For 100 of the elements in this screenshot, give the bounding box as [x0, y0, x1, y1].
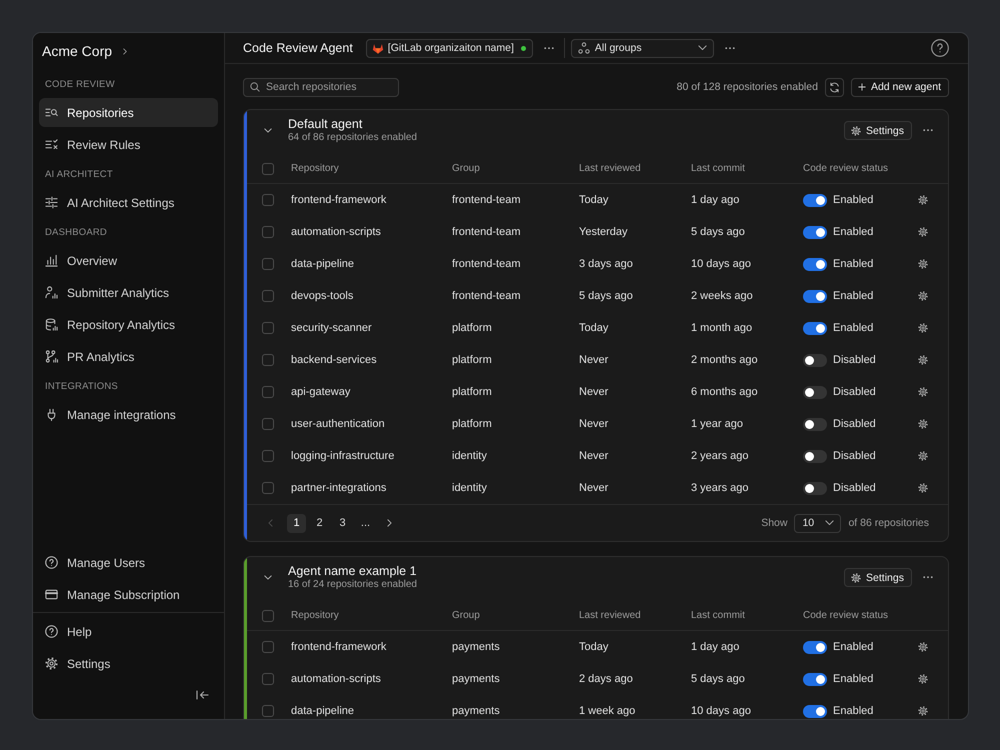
database-chart-icon: [45, 318, 58, 331]
row-checkbox[interactable]: [262, 322, 274, 334]
table-cell: frontend-framework: [291, 641, 386, 653]
sidebar-item[interactable]: PR Analytics: [39, 342, 218, 371]
status-label: Enabled: [833, 641, 874, 653]
user-chart-icon: [45, 286, 58, 299]
settings-icon[interactable]: [918, 642, 928, 652]
select-all-checkbox[interactable]: [262, 610, 274, 622]
column-header: Last reviewed: [579, 163, 641, 174]
organization-switcher[interactable]: Acme Corp: [42, 43, 128, 59]
toggle-switch[interactable]: [803, 194, 827, 206]
toggle-switch[interactable]: [803, 704, 827, 718]
chevron-icon[interactable]: [264, 128, 272, 133]
settings-icon[interactable]: [918, 195, 928, 205]
toggle-switch[interactable]: [803, 290, 827, 302]
sidebar-item[interactable]: Help: [39, 617, 218, 646]
row-checkbox[interactable]: [262, 226, 274, 238]
section-heading: DASHBOARD: [45, 226, 107, 240]
row-checkbox[interactable]: [262, 482, 274, 494]
table-cell: 1 year ago: [691, 418, 743, 430]
agent-name: Agent name example 1: [288, 564, 417, 578]
page-button[interactable]: 2: [310, 514, 329, 532]
row-checkbox[interactable]: [262, 641, 274, 653]
settings-icon[interactable]: [918, 419, 928, 429]
search-field[interactable]: Search repositories: [243, 78, 399, 96]
table-cell: data-pipeline: [291, 705, 354, 717]
table-cell: Never: [579, 482, 608, 494]
row-checkbox[interactable]: [262, 418, 274, 430]
row-checkbox[interactable]: [262, 450, 274, 462]
chevron-right-icon[interactable]: [387, 519, 392, 527]
add-agent-button[interactable]: Add new agent: [850, 78, 949, 96]
table-cell: frontend-team: [452, 226, 520, 238]
sidebar-item[interactable]: Manage Subscription: [39, 580, 218, 609]
settings-icon[interactable]: [918, 259, 928, 269]
row-checkbox[interactable]: [262, 386, 274, 398]
table-cell: Never: [579, 386, 608, 398]
select-all-checkbox[interactable]: [262, 162, 274, 174]
sidebar-item[interactable]: Settings: [39, 649, 218, 678]
settings-icon[interactable]: [918, 227, 928, 237]
toggle-switch[interactable]: [803, 322, 827, 334]
organization-selector[interactable]: [GitLab organizaiton name]: [366, 38, 533, 58]
sidebar-item[interactable]: Repository Analytics: [39, 310, 218, 339]
help-icon[interactable]: [931, 39, 949, 57]
sidebar-item[interactable]: AI Architect Settings: [39, 188, 218, 217]
column-header: Last commit: [691, 163, 745, 174]
page-button[interactable]: 3: [333, 514, 352, 532]
table-cell: 2 weeks ago: [691, 290, 753, 302]
settings-icon[interactable]: [918, 323, 928, 333]
chevron-icon[interactable]: [264, 575, 272, 580]
more-icon[interactable]: [544, 46, 554, 50]
settings-icon[interactable]: [918, 387, 928, 397]
toggle-switch[interactable]: [803, 418, 827, 430]
more-icon[interactable]: [923, 576, 933, 579]
settings-button[interactable]: Settings: [844, 121, 912, 140]
settings-icon[interactable]: [918, 291, 928, 301]
toggle-switch[interactable]: [803, 640, 827, 654]
settings-button[interactable]: Settings: [844, 568, 912, 587]
toggle-switch[interactable]: [803, 386, 827, 398]
row-checkbox[interactable]: [262, 673, 274, 685]
row-checkbox[interactable]: [262, 705, 274, 717]
row-checkbox[interactable]: [262, 290, 274, 302]
row-checkbox[interactable]: [262, 194, 274, 206]
table-cell: payments: [452, 673, 500, 685]
toggle-switch[interactable]: [803, 258, 827, 270]
sidebar-item[interactable]: Manage Users: [39, 548, 218, 577]
page-button[interactable]: ...: [356, 514, 375, 532]
table-cell: platform: [452, 418, 492, 430]
sidebar-item[interactable]: Review Rules: [39, 130, 218, 159]
row-checkbox[interactable]: [262, 354, 274, 366]
toggle-switch[interactable]: [803, 226, 827, 238]
group-dropdown[interactable]: All groups: [570, 38, 714, 58]
settings-icon[interactable]: [918, 355, 928, 365]
more-icon[interactable]: [724, 46, 735, 50]
bar-chart-icon: [45, 254, 58, 267]
agent-summary: 64 of 86 repositories enabled: [288, 131, 417, 144]
sidebar-item[interactable]: Manage integrations: [39, 400, 218, 429]
column-header: Repository: [291, 610, 339, 621]
settings-icon[interactable]: [918, 674, 928, 684]
toggle-switch[interactable]: [803, 672, 827, 686]
table-cell: logging-infrastructure: [291, 450, 394, 462]
sidebar-item[interactable]: Repositories: [39, 98, 218, 127]
page-size-select[interactable]: 10: [794, 514, 842, 532]
refresh-button[interactable]: [824, 78, 844, 96]
row-checkbox[interactable]: [262, 258, 274, 270]
settings-icon[interactable]: [918, 483, 928, 493]
settings-icon[interactable]: [918, 706, 928, 716]
sidebar-item[interactable]: Submitter Analytics: [39, 278, 218, 307]
toggle-switch[interactable]: [803, 482, 827, 494]
page-button[interactable]: 1: [287, 514, 306, 532]
sidebar-item[interactable]: Overview: [39, 246, 218, 275]
status-label: Enabled: [833, 673, 874, 685]
settings-icon: [851, 572, 862, 582]
column-header: Group: [452, 610, 480, 621]
settings-icon[interactable]: [918, 451, 928, 461]
more-icon[interactable]: [923, 129, 933, 132]
status-label: Disabled: [833, 386, 876, 398]
toggle-switch[interactable]: [803, 354, 827, 366]
arrow-bar-left-icon[interactable]: [196, 690, 209, 700]
toggle-switch[interactable]: [803, 450, 827, 462]
list-x-icon: [45, 138, 58, 151]
